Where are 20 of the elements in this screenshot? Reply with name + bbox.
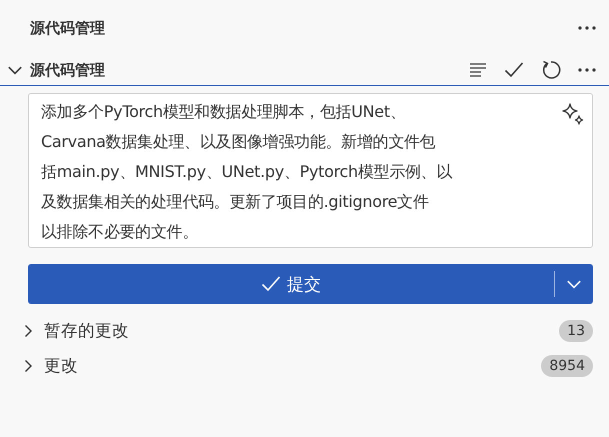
group-label[interactable]: 暂存的更改	[44, 320, 560, 342]
group-label[interactable]: 更改	[44, 354, 542, 376]
message-line: 括main.py、MNIST.py、UNet.py、Pytorch模型示例、以	[41, 161, 452, 183]
message-line: 及数据集相关的处理代码。更新了项目的.gitignore文件	[41, 191, 429, 213]
view-title: 源代码管理	[30, 18, 105, 38]
sparkle-icon[interactable]	[562, 103, 584, 125]
count-badge: 8954	[541, 354, 593, 376]
view-list-icon[interactable]	[469, 62, 487, 78]
commit-message-field[interactable]: 添加多个PyTorch模型和数据处理脚本，包括UNet、 Carvana数据集处理、以及图像增强功能。新增的文件包 括main.py、MNIST.py、UNet.py、Pytorch模型示例、以 及数据集相关的处理代码。更新了项目的.gitignore文件 以排除不必要的文件。	[28, 93, 593, 248]
message-line: 以排除不必要的文件。	[41, 221, 198, 243]
message-line: Carvana数据集处理、以及图像增强功能。新增的文件包	[41, 131, 436, 153]
count-badge: 13	[559, 320, 593, 342]
check-icon	[261, 275, 281, 293]
more-icon[interactable]	[578, 26, 596, 30]
commit-check-icon[interactable]	[504, 61, 524, 79]
more-icon[interactable]	[578, 68, 596, 72]
section-title[interactable]: 源代码管理	[30, 60, 469, 80]
refresh-icon[interactable]	[541, 60, 561, 80]
commit-button[interactable]: 提交	[28, 264, 554, 304]
message-line: 添加多个PyTorch模型和数据处理脚本，包括UNet、	[41, 101, 406, 123]
